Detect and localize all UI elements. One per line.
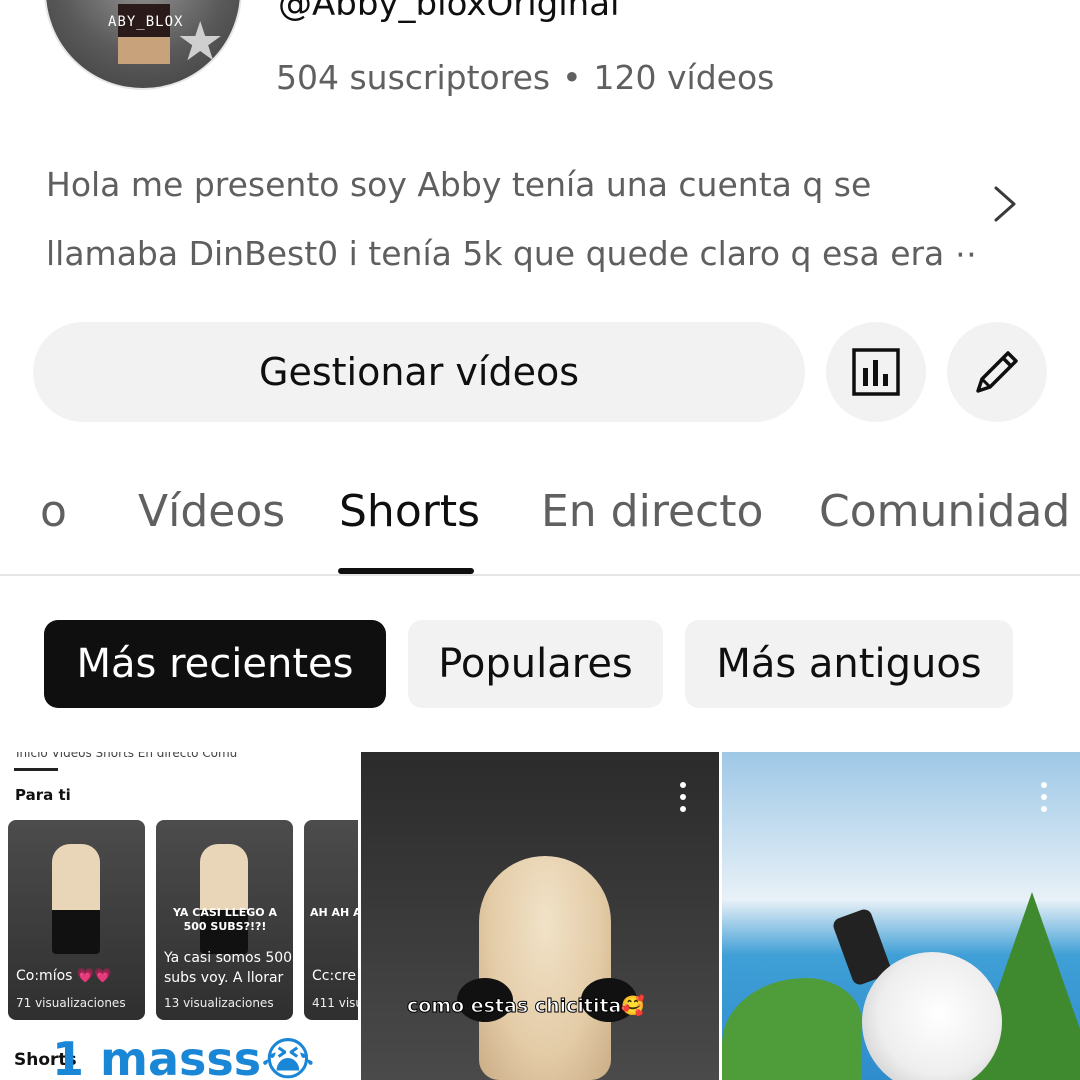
short-thumbnail-3[interactable] [722, 752, 1080, 1080]
inner-card-views: 13 visualizaciones [164, 996, 274, 1010]
tab-home-partial[interactable]: o [40, 486, 67, 537]
character-figure [52, 844, 100, 954]
star-icon: ★ [176, 10, 225, 73]
character-figure [200, 844, 248, 954]
channel-avatar[interactable]: ABY_BLOX ★ [44, 0, 242, 90]
channel-stats: 504 suscriptores • 120 vídeos [276, 58, 774, 97]
character-figure [862, 952, 1002, 1080]
short-thumbnail-2[interactable]: como estas chicitita🥰 [361, 752, 719, 1080]
tab-live[interactable]: En directo [541, 486, 763, 537]
pencil-icon [976, 351, 1018, 393]
inner-card: AH AH A Cc:cre 👽 411 visu [304, 820, 358, 1020]
inner-card: Co:míos 💗💗 71 visualizaciones [8, 820, 145, 1020]
inner-card-overlay: AH AH A [310, 906, 358, 919]
inner-tab-indicator [14, 768, 58, 771]
chip-newest[interactable]: Más recientes [44, 620, 386, 708]
subscriber-count: 504 suscriptores [276, 58, 551, 97]
analytics-icon [852, 348, 900, 396]
avatar-tag: ABY_BLOX [108, 14, 184, 30]
chevron-right-icon[interactable] [986, 184, 1022, 224]
video-count: 120 vídeos [593, 58, 775, 97]
inner-card-caption: Co:míos 💗💗 [16, 968, 112, 984]
inner-card-caption: Cc:cre 👽 [312, 968, 358, 984]
hill [722, 978, 862, 1080]
short-overlay-text: 1 masss😭 [52, 1032, 315, 1080]
description-line-1: Hola me presento soy Abby tenía una cuen… [46, 165, 872, 204]
inner-card-caption: Ya casi somos 500 subs voy. A llorar [164, 950, 293, 986]
channel-tabs: o Vídeos Shorts En directo Comunidad [0, 478, 1080, 576]
chip-popular[interactable]: Populares [408, 620, 663, 708]
stats-separator: • [562, 58, 582, 97]
edit-button[interactable] [947, 322, 1047, 422]
description-line-2: llamaba DinBest0 i tenía 5k que quede cl… [46, 234, 976, 273]
chip-oldest[interactable]: Más antiguos [685, 620, 1013, 708]
character-hair [479, 856, 611, 1080]
inner-section-title: Para ti [15, 786, 71, 804]
short-thumbnail-1[interactable]: Inicio Vídeos Shorts En directo Comu Par… [0, 752, 358, 1080]
analytics-button[interactable] [826, 322, 926, 422]
more-options-icon[interactable] [673, 782, 693, 818]
manage-videos-button[interactable]: Gestionar vídeos [33, 322, 805, 422]
tab-community[interactable]: Comunidad [819, 486, 1070, 537]
inner-card-views: 71 visualizaciones [16, 996, 126, 1010]
inner-tabs: Inicio Vídeos Shorts En directo Comu [16, 752, 238, 760]
channel-description[interactable]: Hola me presento soy Abby tenía una cuen… [46, 150, 976, 288]
more-options-icon[interactable] [1034, 782, 1054, 818]
tab-shorts[interactable]: Shorts [339, 486, 480, 537]
active-tab-indicator [338, 568, 474, 574]
channel-handle: @Abby_bloxOriginal [278, 0, 620, 24]
inner-card: YA CASI LLEGO A 500 SUBS?!?! Ya casi som… [156, 820, 293, 1020]
inner-card-overlay: YA CASI LLEGO A 500 SUBS?!?! [173, 906, 277, 933]
tab-videos[interactable]: Vídeos [138, 486, 285, 537]
inner-card-views: 411 visu [312, 996, 358, 1010]
short-caption: como estas chicitita🥰 [406, 995, 646, 1018]
avatar-figure [118, 4, 170, 64]
